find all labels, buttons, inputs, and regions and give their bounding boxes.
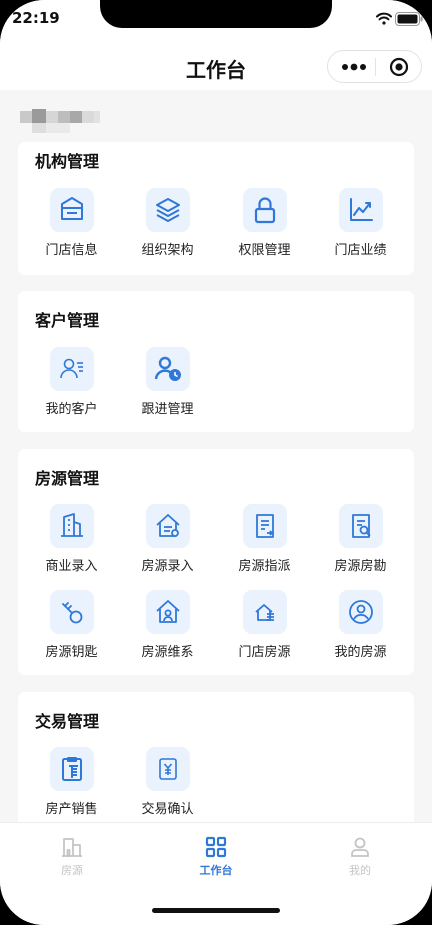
section-title: 机构管理 xyxy=(35,152,100,171)
tab-mine[interactable]: 我的 xyxy=(288,835,432,878)
tile-listing-assign[interactable]: 房源指派 xyxy=(215,504,314,574)
nav-bar: 工作台 xyxy=(0,44,432,90)
section-transactions: 交易管理 房产销售 交易确认 xyxy=(18,692,414,822)
section-organization: 机构管理 门店信息 组织架构 权限管理 门店业绩 xyxy=(18,142,414,275)
phone-screen: 22:19 工作台 机构管理 门店信息 组织架构 权限管理 门店业绩 客户管理 … xyxy=(0,0,432,925)
more-icon[interactable] xyxy=(340,60,368,74)
tile-label: 门店业绩 xyxy=(334,243,387,258)
tile-label: 房源维系 xyxy=(141,645,194,660)
workbench-content[interactable]: 机构管理 门店信息 组织架构 权限管理 门店业绩 客户管理 我的客户 跟进管理 … xyxy=(0,90,432,822)
tile-label: 权限管理 xyxy=(238,243,291,258)
tile-follow-up[interactable]: 跟进管理 xyxy=(118,347,217,417)
section-title: 客户管理 xyxy=(35,311,100,330)
status-time: 22:19 xyxy=(12,9,60,27)
tile-listing-entry[interactable]: 房源录入 xyxy=(118,504,217,574)
tile-label: 房源房勘 xyxy=(334,559,387,574)
close-target-icon[interactable] xyxy=(389,57,409,77)
follow-up-icon xyxy=(154,356,181,381)
tile-listing-keys[interactable]: 房源钥匙 xyxy=(22,590,121,660)
store-info-icon xyxy=(60,197,83,220)
section-title: 交易管理 xyxy=(35,712,100,731)
wifi-icon xyxy=(376,12,392,25)
tile-commercial-entry[interactable]: 商业录入 xyxy=(22,504,121,574)
section-title: 房源管理 xyxy=(35,469,100,488)
assign-document-icon xyxy=(255,514,274,538)
miniprogram-capsule xyxy=(327,50,422,83)
tile-label: 组织架构 xyxy=(141,243,194,258)
my-house-icon xyxy=(348,600,373,624)
layers-icon xyxy=(155,198,180,222)
sale-clipboard-icon xyxy=(61,757,82,781)
building-icon xyxy=(62,838,82,857)
status-bar: 22:19 xyxy=(0,0,432,44)
tile-store-listings[interactable]: 门店房源 xyxy=(215,590,314,660)
tab-listings[interactable]: 房源 xyxy=(0,835,144,878)
blurred-store-name xyxy=(20,109,100,133)
tile-my-customers[interactable]: 我的客户 xyxy=(22,347,121,417)
tile-property-sales[interactable]: 房产销售 xyxy=(22,747,121,817)
device-notch xyxy=(100,0,332,28)
tile-label: 门店信息 xyxy=(45,243,98,258)
tab-label: 房源 xyxy=(61,864,83,877)
trend-chart-icon xyxy=(349,198,373,221)
house-maintain-icon xyxy=(155,600,180,623)
tile-org-structure[interactable]: 组织架构 xyxy=(118,188,217,258)
tile-label: 跟进管理 xyxy=(141,402,194,417)
tile-label: 商业录入 xyxy=(45,559,98,574)
yuan-confirm-icon xyxy=(158,758,177,780)
tile-label: 门店房源 xyxy=(238,645,291,660)
user-icon xyxy=(351,837,369,857)
tile-permissions[interactable]: 权限管理 xyxy=(215,188,314,258)
capsule-divider xyxy=(375,58,376,76)
key-icon xyxy=(61,602,82,624)
tile-my-listings[interactable]: 我的房源 xyxy=(311,590,410,660)
house-entry-icon xyxy=(155,514,180,537)
home-indicator[interactable] xyxy=(152,908,280,913)
tile-listing-survey[interactable]: 房源房勘 xyxy=(311,504,410,574)
tab-label: 我的 xyxy=(349,864,371,877)
tab-label: 工作台 xyxy=(199,864,233,877)
tab-workbench[interactable]: 工作台 xyxy=(144,835,288,878)
tile-store-performance[interactable]: 门店业绩 xyxy=(311,188,410,258)
survey-document-icon xyxy=(351,514,371,538)
tile-store-info[interactable]: 门店信息 xyxy=(22,188,121,258)
tile-listing-maintain[interactable]: 房源维系 xyxy=(118,590,217,660)
tile-label: 交易确认 xyxy=(141,802,194,817)
customer-icon xyxy=(59,358,83,379)
commercial-building-icon xyxy=(60,513,83,537)
tile-label: 房产销售 xyxy=(45,802,98,817)
tile-label: 我的客户 xyxy=(45,402,98,417)
store-house-icon xyxy=(254,604,274,621)
section-customers: 客户管理 我的客户 跟进管理 xyxy=(18,291,414,432)
lock-icon xyxy=(254,197,275,224)
tile-label: 房源录入 xyxy=(141,559,194,574)
tile-label: 房源指派 xyxy=(238,559,291,574)
tile-label: 我的房源 xyxy=(334,645,387,660)
section-listings: 房源管理 商业录入 房源录入 房源指派 房源房勘 房源钥匙 房源维系 门店房源 … xyxy=(18,449,414,675)
grid-icon xyxy=(205,836,227,858)
battery-icon xyxy=(395,12,423,26)
tile-label: 房源钥匙 xyxy=(45,645,98,660)
tile-transaction-confirm[interactable]: 交易确认 xyxy=(118,747,217,817)
